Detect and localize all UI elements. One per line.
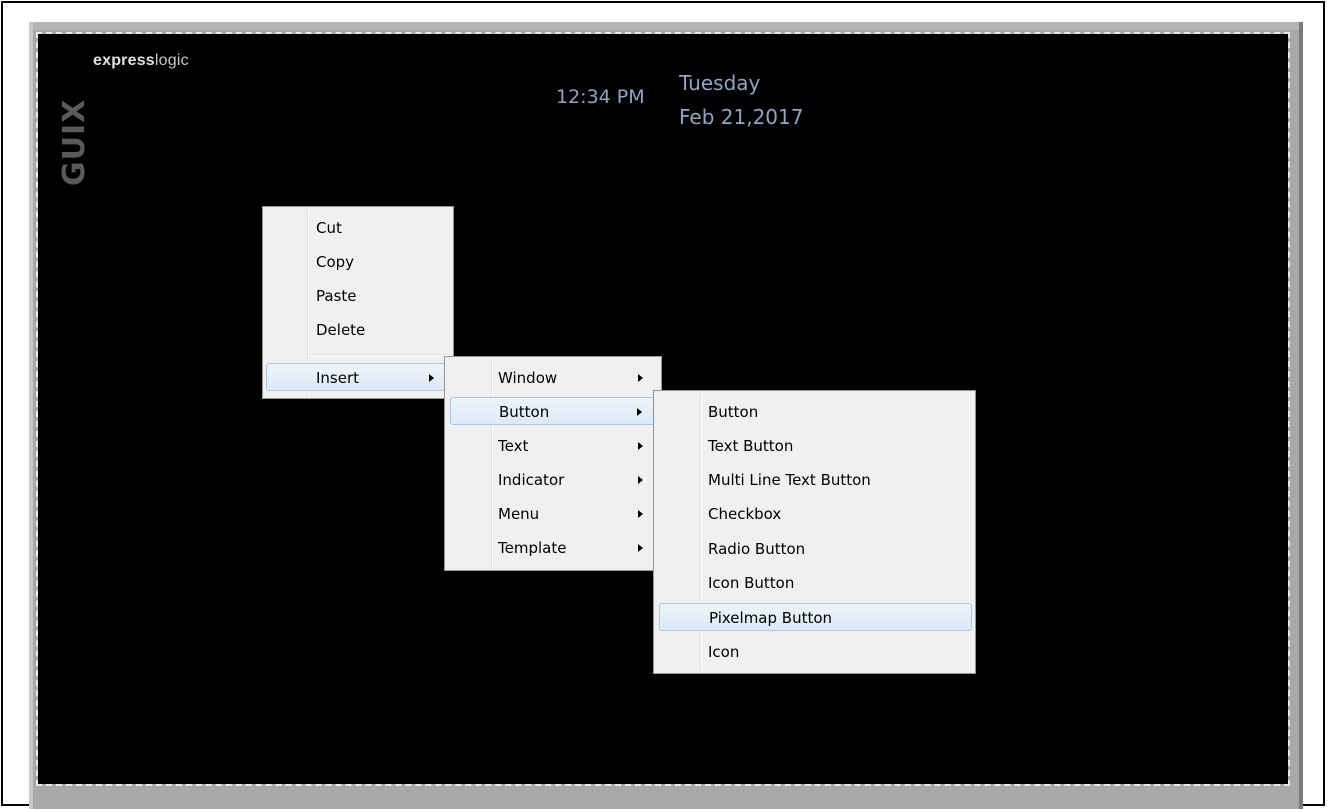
canvas-frame-top-edge: [29, 22, 1303, 30]
menu-item-paste[interactable]: Paste: [266, 282, 450, 310]
menu-item-label: Window: [498, 369, 558, 387]
submenu-arrow-icon: [638, 442, 643, 450]
menu-item-label: Indicator: [498, 471, 565, 489]
menu-item-window[interactable]: Window: [448, 364, 658, 392]
menu-item-label: Insert: [316, 369, 360, 387]
menu-item-button-widget[interactable]: Button: [657, 398, 972, 426]
context-menu-insert: Window Button Text Indicator Menu Templa…: [444, 356, 662, 571]
menu-item-icon[interactable]: Icon: [657, 638, 972, 666]
submenu-arrow-icon: [638, 544, 643, 552]
menu-item-button[interactable]: Button: [450, 397, 658, 425]
menu-item-label: Menu: [498, 505, 540, 523]
menu-item-radio-button[interactable]: Radio Button: [657, 535, 972, 563]
menu-item-text-button[interactable]: Text Button: [657, 432, 972, 460]
menu-item-insert[interactable]: Insert: [266, 363, 450, 391]
menu-item-template[interactable]: Template: [448, 534, 658, 562]
menu-item-label: Copy: [316, 253, 355, 271]
menu-item-delete[interactable]: Delete: [266, 316, 450, 344]
menu-item-indicator[interactable]: Indicator: [448, 466, 658, 494]
menu-item-cut[interactable]: Cut: [266, 214, 450, 242]
clock-time: 12:34 PM: [556, 86, 645, 108]
menu-item-label: Pixelmap Button: [709, 609, 833, 627]
submenu-arrow-icon: [429, 374, 434, 382]
clock-date: Feb 21,2017: [679, 105, 804, 129]
canvas-frame-left-edge: [29, 22, 33, 809]
menu-item-multi-line-text-button[interactable]: Multi Line Text Button: [657, 466, 972, 494]
submenu-arrow-icon: [638, 510, 643, 518]
submenu-arrow-icon: [637, 408, 642, 416]
menu-separator: [309, 354, 449, 356]
menu-item-label: Checkbox: [708, 505, 782, 523]
clock-day: Tuesday: [679, 71, 761, 95]
menu-item-pixelmap-button[interactable]: Pixelmap Button: [659, 603, 972, 631]
menu-item-icon-button[interactable]: Icon Button: [657, 569, 972, 597]
context-menu-button: Button Text Button Multi Line Text Butto…: [653, 390, 976, 674]
menu-item-label: Multi Line Text Button: [708, 471, 871, 489]
submenu-arrow-icon: [638, 374, 643, 382]
menu-item-label: Button: [708, 403, 759, 421]
context-menu-main: Cut Copy Paste Delete Insert: [262, 206, 454, 399]
menu-item-checkbox[interactable]: Checkbox: [657, 500, 972, 528]
menu-item-label: Button: [499, 403, 550, 421]
menu-item-label: Icon Button: [708, 574, 795, 592]
expresslogic-logo: expresslogic: [93, 52, 189, 70]
menu-item-label: Text Button: [708, 437, 794, 455]
menu-item-label: Radio Button: [708, 540, 806, 558]
menu-item-copy[interactable]: Copy: [266, 248, 450, 276]
submenu-arrow-icon: [638, 476, 643, 484]
guix-logo: GUIX: [57, 98, 92, 186]
logo-bold-text: express: [93, 52, 155, 69]
menu-item-label: Icon: [708, 643, 740, 661]
menu-item-label: Delete: [316, 321, 366, 339]
menu-item-menu[interactable]: Menu: [448, 500, 658, 528]
menu-item-label: Cut: [316, 219, 342, 237]
menu-item-label: Paste: [316, 287, 357, 305]
menu-item-label: Text: [498, 437, 529, 455]
logo-light-text: logic: [154, 52, 189, 69]
menu-item-label: Template: [498, 539, 567, 557]
canvas-frame-right-edge: [1299, 22, 1303, 809]
menu-item-text[interactable]: Text: [448, 432, 658, 460]
